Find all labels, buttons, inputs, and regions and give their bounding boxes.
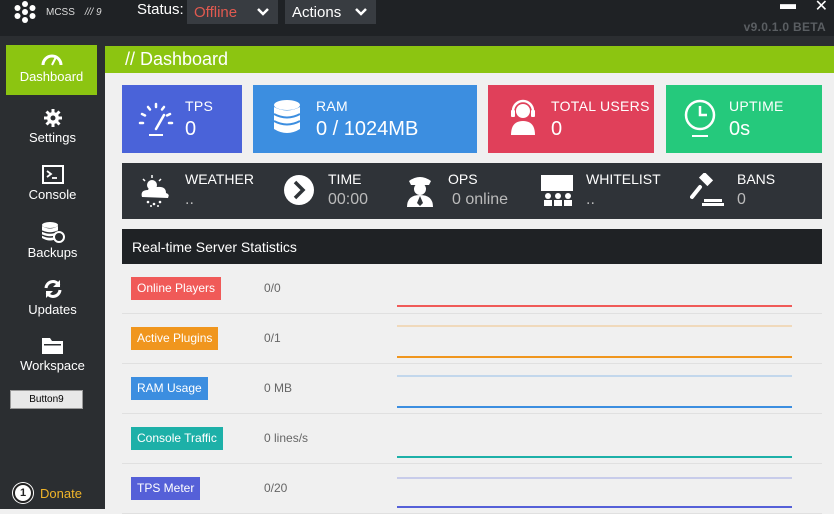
tile-value: 0 / 1024MB	[316, 118, 419, 140]
info-label: TIME	[328, 171, 362, 187]
status-label: Status:	[137, 1, 184, 18]
tile-value: 0s	[729, 118, 751, 140]
dashboard-gauge-icon	[41, 54, 62, 66]
stat-row-online-players: Online Players 0/0	[122, 264, 822, 314]
stat-value: 0 MB	[264, 381, 293, 395]
info-value: 00:00	[328, 191, 369, 208]
sidebar-item-backups[interactable]: Backups	[0, 221, 105, 260]
info-bar: WEATHER .. TIME 00:00 OPS 0 online WHITE…	[122, 163, 822, 219]
stat-value: 0/0	[264, 281, 281, 295]
app-brand: MCSS /// 9	[14, 0, 102, 24]
database-icon	[41, 222, 65, 243]
sparkline	[397, 375, 792, 408]
chevron-down-icon	[257, 8, 269, 16]
stat-row-active-plugins: Active Plugins 0/1	[122, 314, 822, 364]
page-header: // Dashboard	[105, 46, 834, 73]
tile-title: TOTAL USERS	[551, 98, 650, 114]
support-agent-icon	[511, 99, 535, 135]
sidebar-item-updates[interactable]: Updates	[0, 278, 105, 317]
info-label: OPS	[448, 171, 478, 187]
donate-label: Donate	[40, 485, 82, 501]
stat-row-console-traffic: Console Traffic 0 lines/s	[122, 414, 822, 464]
info-label: WHITELIST	[586, 171, 661, 187]
stat-badge: Active Plugins	[131, 327, 219, 350]
info-value: ..	[185, 191, 194, 208]
tile-value: 0	[551, 118, 563, 140]
console-icon	[41, 165, 64, 184]
info-label: WEATHER	[185, 171, 254, 187]
sparkline	[397, 325, 792, 358]
folder-icon	[41, 338, 63, 354]
sidebar-item-workspace[interactable]: Workspace	[0, 336, 105, 373]
tile-value: 0	[185, 118, 197, 140]
sidebar-item-settings[interactable]: Settings	[0, 108, 105, 145]
sidebar-item-label: Backups	[27, 245, 78, 260]
sparkline	[397, 477, 792, 508]
stat-value: 0 lines/s	[264, 431, 309, 445]
ram-tile: RAM 0 / 1024MB	[253, 85, 477, 153]
sidebar-item-label: Dashboard	[19, 69, 84, 84]
page-title: // Dashboard	[125, 49, 229, 69]
gavel-icon	[690, 173, 724, 206]
sidebar-item-label: Updates	[28, 302, 77, 317]
status-dropdown[interactable]: Offline	[187, 0, 278, 24]
close-button[interactable]: ✕	[815, 0, 828, 16]
minimize-button[interactable]: ▬	[780, 0, 796, 14]
donate-badge-icon: 1	[13, 483, 33, 503]
app-suffix: /// 9	[84, 6, 102, 18]
info-label: BANS	[737, 171, 776, 187]
status-value: Offline	[194, 3, 238, 21]
stat-row-ram-usage: RAM Usage 0 MB	[122, 364, 822, 414]
sparkline	[397, 305, 792, 307]
version-label: v9.0.1.0 BETA	[743, 20, 826, 34]
stat-badge: Online Players	[131, 277, 222, 300]
sidebar-item-console[interactable]: Console	[0, 165, 105, 202]
button9[interactable]: Button9	[10, 390, 83, 409]
sidebar-item-dashboard[interactable]: Dashboard	[6, 45, 97, 95]
app-name: MCSS	[46, 6, 75, 18]
refresh-icon	[44, 280, 61, 298]
tps-tile: TPS 0	[122, 85, 242, 153]
officer-icon	[407, 177, 433, 207]
app-logo-icon	[14, 1, 36, 23]
actions-label: Actions	[292, 3, 342, 21]
weather-icon	[141, 175, 169, 207]
sidebar: Dashboard Settings Console Backups Updat…	[0, 36, 105, 509]
tile-title: RAM	[316, 98, 349, 114]
gear-icon	[43, 109, 62, 127]
chevron-circle-icon	[284, 175, 314, 205]
clock-icon	[684, 99, 716, 137]
info-value: ..	[586, 191, 595, 208]
tile-title: TPS	[185, 98, 214, 114]
actions-dropdown[interactable]: Actions	[285, 0, 376, 24]
info-value: 0 online	[452, 191, 509, 208]
sidebar-item-label: Console	[28, 187, 77, 202]
stats-header: Real-time Server Statistics	[122, 229, 822, 264]
stat-value: 0/1	[264, 331, 281, 345]
uptime-tile: UPTIME 0s	[666, 85, 822, 153]
sparkline	[397, 456, 792, 458]
speedometer-icon	[138, 102, 174, 136]
sidebar-item-label: Workspace	[20, 358, 85, 373]
whitelist-icon	[541, 175, 573, 206]
stat-badge: RAM Usage	[131, 377, 208, 400]
chevron-down-icon	[355, 8, 367, 16]
stat-value: 0/20	[264, 481, 288, 495]
tile-title: UPTIME	[729, 98, 784, 114]
donate-link[interactable]: 1 Donate	[13, 483, 82, 503]
stat-badge: TPS Meter	[131, 477, 201, 500]
database-icon	[273, 100, 301, 133]
total-users-tile: TOTAL USERS 0	[488, 85, 654, 153]
stat-badge: Console Traffic	[131, 427, 223, 450]
sidebar-item-label: Settings	[29, 130, 76, 145]
title-bar: MCSS /// 9 Status: Offline Actions ▬ ✕ v…	[0, 0, 834, 36]
top-strip	[105, 36, 834, 46]
info-value: 0	[737, 191, 746, 208]
stat-row-tps-meter: TPS Meter 0/20	[122, 464, 822, 514]
